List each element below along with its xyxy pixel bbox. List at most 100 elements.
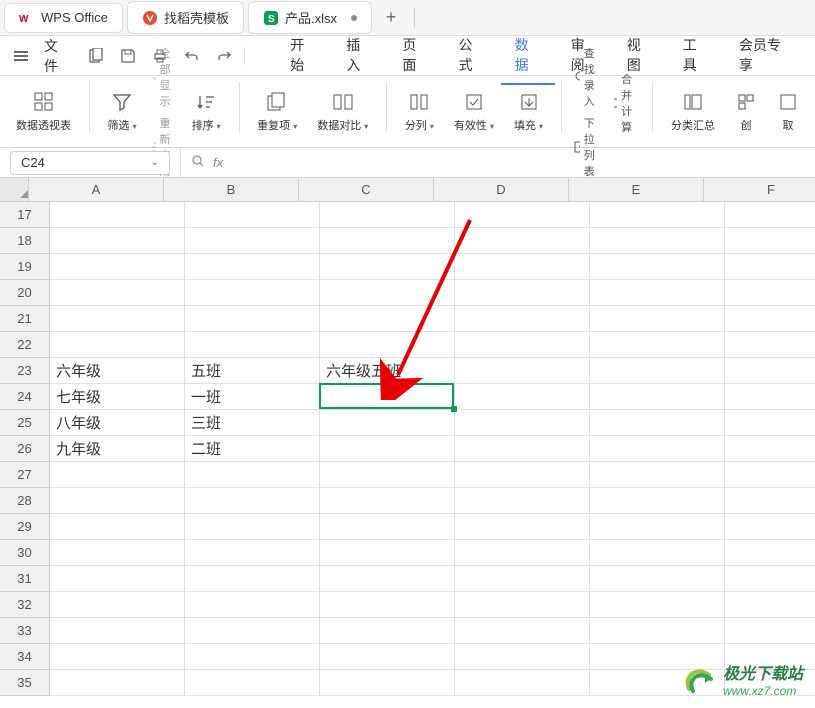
cell-B32[interactable]: [185, 592, 320, 618]
row-header-31[interactable]: 31: [0, 566, 50, 592]
cell-B17[interactable]: [185, 202, 320, 228]
row-header-22[interactable]: 22: [0, 332, 50, 358]
cell-A21[interactable]: [50, 306, 185, 332]
getdata-button[interactable]: 取: [771, 87, 805, 137]
cell-A26[interactable]: 九年级: [50, 436, 185, 462]
row-header-23[interactable]: 23: [0, 358, 50, 384]
duplicates-button[interactable]: 重复项 ▾: [251, 87, 303, 137]
file-menu[interactable]: 文件: [36, 32, 72, 80]
cell-B34[interactable]: [185, 644, 320, 670]
cell-D33[interactable]: [455, 618, 590, 644]
col-header-A[interactable]: A: [29, 178, 164, 201]
row-header-32[interactable]: 32: [0, 592, 50, 618]
row-header-30[interactable]: 30: [0, 540, 50, 566]
subtotal-button[interactable]: 分类汇总: [665, 87, 721, 137]
cell-B35[interactable]: [185, 670, 320, 696]
create-button[interactable]: 创: [729, 87, 763, 137]
cell-D34[interactable]: [455, 644, 590, 670]
cell-F30[interactable]: [725, 540, 815, 566]
cell-A27[interactable]: [50, 462, 185, 488]
cell-E32[interactable]: [590, 592, 725, 618]
find-record-button[interactable]: 查找录入: [574, 45, 603, 109]
cell-E25[interactable]: [590, 410, 725, 436]
cell-B30[interactable]: [185, 540, 320, 566]
cell-E29[interactable]: [590, 514, 725, 540]
col-header-D[interactable]: D: [434, 178, 569, 201]
cell-F32[interactable]: [725, 592, 815, 618]
cell-B26[interactable]: 二班: [185, 436, 320, 462]
cell-F31[interactable]: [725, 566, 815, 592]
cell-C29[interactable]: [320, 514, 455, 540]
cell-D24[interactable]: [455, 384, 590, 410]
cell-B22[interactable]: [185, 332, 320, 358]
formula-input-area[interactable]: fx: [180, 148, 815, 177]
cell-F33[interactable]: [725, 618, 815, 644]
cell-C30[interactable]: [320, 540, 455, 566]
cell-A25[interactable]: 八年级: [50, 410, 185, 436]
cell-C19[interactable]: [320, 254, 455, 280]
save-icon[interactable]: [118, 46, 138, 66]
cell-A30[interactable]: [50, 540, 185, 566]
cell-D27[interactable]: [455, 462, 590, 488]
cell-C34[interactable]: [320, 644, 455, 670]
menu-item-0[interactable]: 开始: [276, 27, 330, 85]
cell-A33[interactable]: [50, 618, 185, 644]
cell-A20[interactable]: [50, 280, 185, 306]
cell-C27[interactable]: [320, 462, 455, 488]
cell-F28[interactable]: [725, 488, 815, 514]
row-header-26[interactable]: 26: [0, 436, 50, 462]
data-compare-button[interactable]: 数据对比 ▾: [311, 87, 374, 137]
cell-E21[interactable]: [590, 306, 725, 332]
split-button[interactable]: 分列 ▾: [399, 87, 440, 137]
cell-C22[interactable]: [320, 332, 455, 358]
cell-D30[interactable]: [455, 540, 590, 566]
cell-D23[interactable]: [455, 358, 590, 384]
cell-E19[interactable]: [590, 254, 725, 280]
show-all-button[interactable]: 全部显示: [151, 45, 178, 109]
cell-D25[interactable]: [455, 410, 590, 436]
cell-F21[interactable]: [725, 306, 815, 332]
validity-button[interactable]: 有效性 ▾: [448, 87, 500, 137]
cell-C21[interactable]: [320, 306, 455, 332]
cell-A19[interactable]: [50, 254, 185, 280]
cell-F17[interactable]: [725, 202, 815, 228]
cell-C23[interactable]: 六年级五班: [320, 358, 455, 384]
undo-icon[interactable]: [182, 46, 202, 66]
cell-B23[interactable]: 五班: [185, 358, 320, 384]
cell-E33[interactable]: [590, 618, 725, 644]
cell-C31[interactable]: [320, 566, 455, 592]
select-all-corner[interactable]: [0, 178, 29, 201]
cell-E27[interactable]: [590, 462, 725, 488]
cell-E18[interactable]: [590, 228, 725, 254]
cell-C25[interactable]: [320, 410, 455, 436]
col-header-C[interactable]: C: [299, 178, 434, 201]
cell-D35[interactable]: [455, 670, 590, 696]
hamburger-icon[interactable]: [10, 47, 32, 65]
cell-E17[interactable]: [590, 202, 725, 228]
consolidate-button[interactable]: 合并计算: [611, 71, 640, 135]
row-header-24[interactable]: 24: [0, 384, 50, 410]
cell-F23[interactable]: [725, 358, 815, 384]
cell-B18[interactable]: [185, 228, 320, 254]
cell-A24[interactable]: 七年级: [50, 384, 185, 410]
cell-A35[interactable]: [50, 670, 185, 696]
sort-button[interactable]: 排序 ▾: [186, 87, 227, 137]
cell-A23[interactable]: 六年级: [50, 358, 185, 384]
col-header-B[interactable]: B: [164, 178, 299, 201]
cell-B27[interactable]: [185, 462, 320, 488]
pivot-table-button[interactable]: 数据透视表: [10, 87, 77, 137]
fill-button[interactable]: 填充 ▾: [508, 87, 549, 137]
cell-A18[interactable]: [50, 228, 185, 254]
row-header-25[interactable]: 25: [0, 410, 50, 436]
cell-E30[interactable]: [590, 540, 725, 566]
cell-F19[interactable]: [725, 254, 815, 280]
cell-B33[interactable]: [185, 618, 320, 644]
cell-B24[interactable]: 一班: [185, 384, 320, 410]
cells-area[interactable]: 六年级五班六年级五班七年级一班八年级三班九年级二班: [50, 202, 815, 696]
row-header-34[interactable]: 34: [0, 644, 50, 670]
row-header-27[interactable]: 27: [0, 462, 50, 488]
col-header-E[interactable]: E: [569, 178, 704, 201]
fx-label[interactable]: fx: [213, 155, 223, 170]
row-header-19[interactable]: 19: [0, 254, 50, 280]
cell-C33[interactable]: [320, 618, 455, 644]
